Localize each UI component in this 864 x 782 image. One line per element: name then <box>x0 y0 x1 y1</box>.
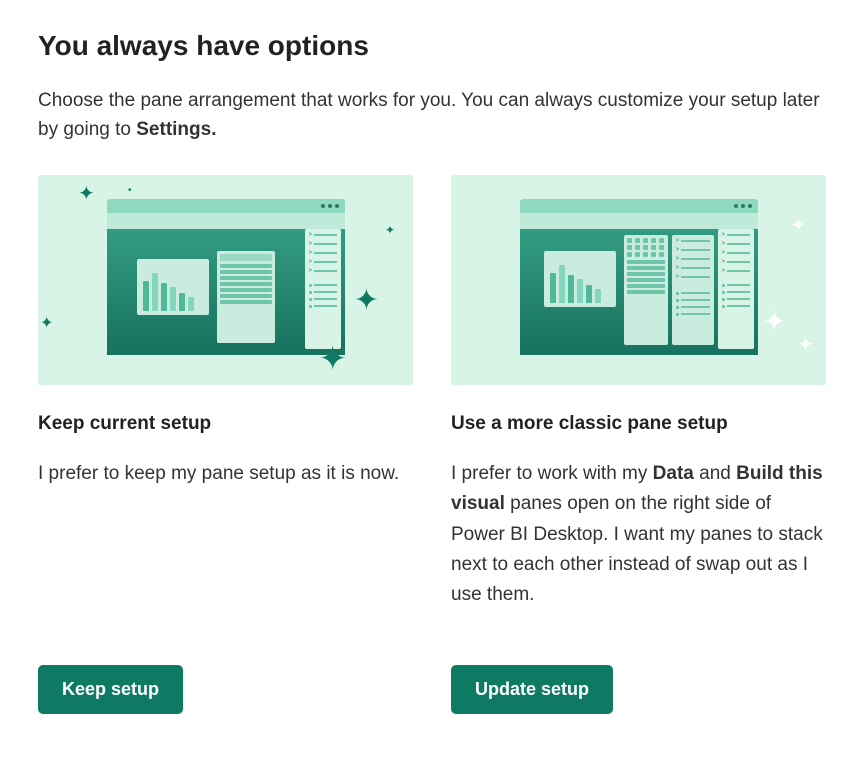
keep-current-title: Keep current setup <box>38 413 413 435</box>
app-window-mock: > > > > > <box>520 199 758 355</box>
sparkle-icon: ✦ <box>763 305 786 338</box>
app-window-mock <box>107 199 345 355</box>
option-keep-current: ✦ ✦ • <box>38 175 413 611</box>
chart-panel-icon <box>137 259 209 315</box>
classic-desc-text: and <box>694 463 736 484</box>
classic-title: Use a more classic pane setup <box>451 413 826 435</box>
window-tabstrip <box>107 213 345 229</box>
right-pane-mock <box>718 229 754 349</box>
sparkle-icon: ✦ <box>78 181 95 206</box>
sparkle-icon: ✦ <box>354 283 379 318</box>
option-classic: > > > > > <box>451 175 826 611</box>
dialog-title: You always have options <box>38 30 826 62</box>
classic-desc-text: I prefer to work with my <box>451 463 653 484</box>
actions-row: Keep setup Update setup <box>38 665 826 714</box>
subtitle-settings-bold: Settings. <box>136 119 216 140</box>
visualizations-pane-mock <box>624 235 668 345</box>
keep-current-desc: I prefer to keep my pane setup as it is … <box>38 459 413 489</box>
window-titlebar <box>107 199 345 213</box>
classic-desc-text: panes open on the right side of Power BI… <box>451 493 823 605</box>
keep-setup-button[interactable]: Keep setup <box>38 665 183 714</box>
update-setup-button[interactable]: Update setup <box>451 665 613 714</box>
sparkle-icon: ✦ <box>385 223 395 237</box>
side-pane-mock <box>217 251 275 343</box>
window-titlebar <box>520 199 758 213</box>
sparkle-icon: ✦ <box>791 215 806 236</box>
keep-current-illustration: ✦ ✦ • <box>38 175 413 385</box>
classic-illustration: > > > > > <box>451 175 826 385</box>
window-tabstrip <box>520 213 758 229</box>
right-pane-mock <box>305 229 341 349</box>
sparkle-icon: ✦ <box>319 339 348 379</box>
chart-panel-icon <box>544 251 616 307</box>
data-pane-mock: > > > > > <box>672 235 714 345</box>
classic-desc-data-bold: Data <box>653 463 694 484</box>
sparkle-icon: ✦ <box>40 313 53 333</box>
classic-desc: I prefer to work with my Data and Build … <box>451 459 826 611</box>
sparkle-icon: • <box>128 185 132 196</box>
options-row: ✦ ✦ • <box>38 175 826 611</box>
dialog-subtitle: Choose the pane arrangement that works f… <box>38 86 826 145</box>
sparkle-icon: ✦ <box>797 332 814 357</box>
